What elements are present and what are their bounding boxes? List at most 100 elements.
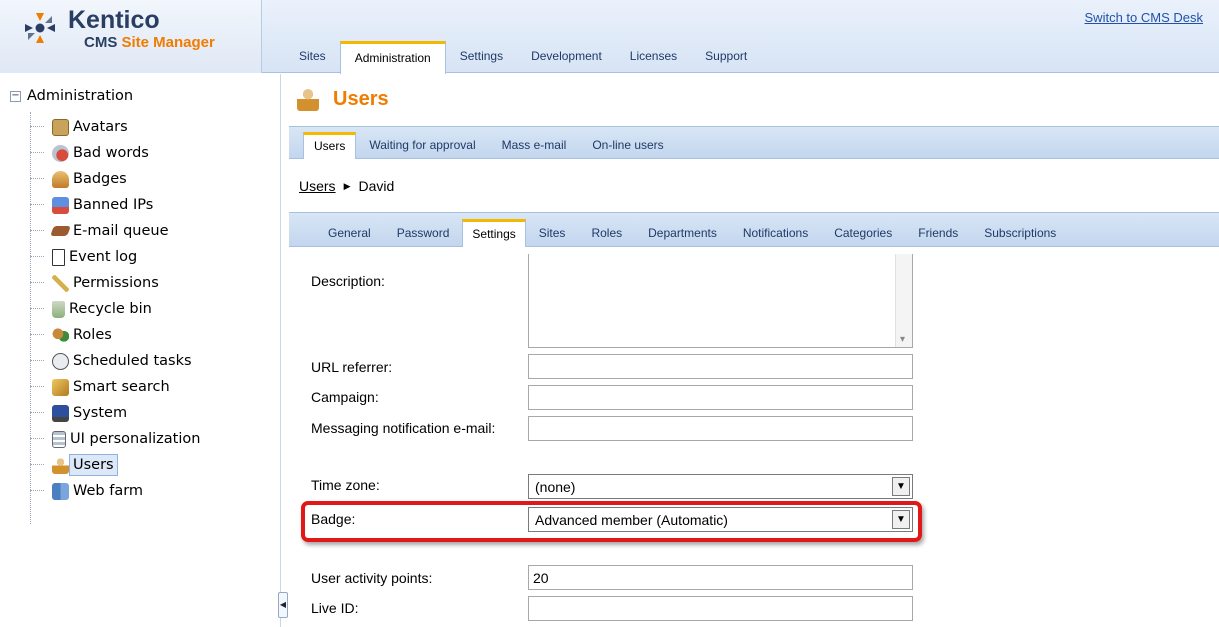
users-title-icon — [297, 87, 319, 111]
tree-item-permissions[interactable]: Permissions — [30, 270, 204, 296]
tab-password[interactable]: Password — [384, 219, 463, 247]
tab-waiting-for-approval[interactable]: Waiting for approval — [356, 132, 488, 159]
tree-item-bad-words[interactable]: Bad words — [30, 140, 204, 166]
clock-icon — [52, 352, 69, 370]
ui-personalization-icon — [52, 430, 66, 448]
messaging-notification-email-label: Messaging notification e-mail: — [311, 420, 496, 436]
tree-item-web-farm[interactable]: Web farm — [30, 478, 204, 504]
tab-user-settings[interactable]: Settings — [462, 219, 526, 247]
badge-icon — [52, 170, 69, 188]
tab-licenses[interactable]: Licenses — [616, 40, 691, 73]
tree-item-scheduled-tasks[interactable]: Scheduled tasks — [30, 348, 204, 374]
tree-item-label: UI personalization — [70, 431, 201, 447]
product-accent: Site Manager — [121, 34, 215, 51]
bad-words-icon — [52, 144, 69, 162]
tree-item-label: Scheduled tasks — [73, 353, 192, 369]
collapse-panel-handle[interactable]: ◀ — [278, 592, 288, 618]
user-activity-points-label: User activity points: — [311, 570, 433, 586]
badge-value: Advanced member (Automatic) — [535, 511, 728, 528]
tab-sites[interactable]: Sites — [285, 40, 340, 73]
main-tab-bar: Sites Administration Settings Developmen… — [285, 40, 761, 74]
email-queue-icon — [50, 226, 71, 236]
recycle-bin-icon — [52, 300, 65, 318]
page-title: Users — [297, 86, 389, 112]
tab-administration[interactable]: Administration — [339, 41, 446, 74]
tab-friends[interactable]: Friends — [905, 219, 971, 247]
tab-notifications[interactable]: Notifications — [730, 219, 821, 247]
tree-item-email-queue[interactable]: E-mail queue — [30, 218, 204, 244]
live-id-label: Live ID: — [311, 600, 359, 616]
tree-item-label: Banned IPs — [73, 197, 154, 213]
smart-search-icon — [52, 378, 69, 396]
badge-label: Badge: — [311, 511, 356, 527]
tab-categories[interactable]: Categories — [821, 219, 905, 247]
tree-item-label: Smart search — [73, 379, 170, 395]
breadcrumb-separator-icon: ▶ — [343, 180, 351, 191]
administration-tree: − Administration Avatars Bad words Badge… — [0, 74, 281, 627]
tree-item-smart-search[interactable]: Smart search — [30, 374, 204, 400]
tab-users[interactable]: Users — [303, 132, 357, 159]
badge-select[interactable]: Advanced member (Automatic) ▼ — [528, 507, 913, 532]
tree-item-label: System — [73, 405, 128, 421]
user-edit-tab-bar: General Password Settings Sites Roles De… — [289, 212, 1219, 247]
switch-to-cms-desk-link[interactable]: Switch to CMS Desk — [1085, 10, 1203, 25]
collapse-toggle-icon[interactable]: − — [10, 90, 21, 102]
tree-item-label: E-mail queue — [73, 223, 169, 239]
tree-item-label: Web farm — [73, 483, 144, 499]
tree-item-label: Avatars — [73, 119, 128, 135]
time-zone-select[interactable]: (none) ▼ — [528, 474, 913, 499]
tree-item-label: Permissions — [73, 275, 159, 291]
tab-general[interactable]: General — [315, 219, 384, 247]
description-scrollbar[interactable] — [895, 254, 912, 347]
tree-item-badges[interactable]: Badges — [30, 166, 204, 192]
tab-subscriptions[interactable]: Subscriptions — [971, 219, 1069, 247]
tab-sites[interactable]: Sites — [526, 219, 579, 247]
tab-mass-email[interactable]: Mass e-mail — [489, 132, 580, 159]
tab-development[interactable]: Development — [517, 40, 616, 73]
live-id-input[interactable] — [528, 596, 913, 621]
event-log-icon — [52, 248, 65, 266]
time-zone-dropdown-arrow-icon[interactable]: ▼ — [892, 477, 910, 496]
badge-dropdown-arrow-icon[interactable]: ▼ — [892, 510, 910, 529]
users-sub-tab-bar: Users Waiting for approval Mass e-mail O… — [289, 126, 1219, 159]
description-textarea[interactable] — [528, 254, 913, 348]
tree-item-label: Badges — [73, 171, 127, 187]
computer-icon — [52, 404, 69, 422]
tree-item-avatars[interactable]: Avatars — [30, 114, 204, 140]
tree-item-label: Event log — [69, 249, 138, 265]
tree-item-users[interactable]: Users — [30, 452, 204, 478]
tree-item-label: Users — [69, 454, 118, 476]
banned-ip-icon — [52, 196, 69, 214]
product-prefix: CMS — [84, 34, 122, 51]
campaign-label: Campaign: — [311, 389, 379, 405]
page-title-text: Users — [333, 87, 389, 110]
messaging-notification-email-input[interactable] — [528, 416, 913, 441]
tree-item-event-log[interactable]: Event log — [30, 244, 204, 270]
user-activity-points-input[interactable] — [528, 565, 913, 590]
breadcrumb-users-link[interactable]: Users — [299, 178, 336, 194]
tab-roles[interactable]: Roles — [578, 219, 635, 247]
user-icon — [52, 456, 69, 474]
description-label: Description: — [311, 273, 385, 289]
tree-item-ui-personalization[interactable]: UI personalization — [30, 426, 204, 452]
tree-item-banned-ips[interactable]: Banned IPs — [30, 192, 204, 218]
breadcrumb: Users ▶ David — [299, 178, 394, 194]
time-zone-value: (none) — [535, 478, 576, 495]
tree-item-recycle-bin[interactable]: Recycle bin — [30, 296, 204, 322]
tab-departments[interactable]: Departments — [635, 219, 730, 247]
avatar-icon — [52, 118, 69, 136]
tree-item-roles[interactable]: Roles — [30, 322, 204, 348]
web-farm-icon — [52, 482, 69, 500]
breadcrumb-current: David — [358, 178, 395, 194]
tab-settings[interactable]: Settings — [446, 40, 517, 73]
tree-root-label: Administration — [27, 88, 134, 104]
tab-support[interactable]: Support — [691, 40, 761, 73]
url-referrer-input[interactable] — [528, 354, 913, 379]
campaign-input[interactable] — [528, 385, 913, 410]
main-content: Users Users Waiting for approval Mass e-… — [289, 74, 1219, 627]
tree-item-system[interactable]: System — [30, 400, 204, 426]
key-icon — [52, 274, 69, 292]
tree-root-administration[interactable]: − Administration — [10, 86, 133, 106]
tree-items: Avatars Bad words Badges Banned IPs E-ma… — [30, 114, 204, 504]
tab-online-users[interactable]: On-line users — [579, 132, 676, 159]
